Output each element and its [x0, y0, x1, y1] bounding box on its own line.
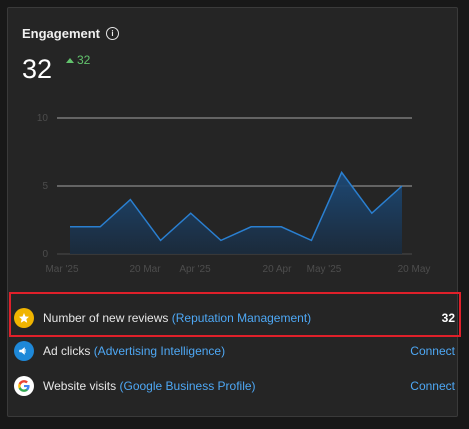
connect-button[interactable]: Connect	[410, 344, 455, 358]
area-fill	[70, 172, 402, 254]
metric-label: Website visits	[43, 379, 117, 393]
y-tick-label: 0	[42, 249, 48, 260]
metric-row-ad-clicks: Ad clicks (Advertising Intelligence) Con…	[14, 341, 455, 361]
engagement-chart: 0 5 10 Mar '25 20 Mar Apr '25 20 Apr May '25 20…	[37, 113, 431, 275]
x-tick-label: May '25	[307, 264, 342, 275]
x-tick-label: Apr '25	[179, 264, 211, 275]
metric-label: Ad clicks	[43, 344, 91, 358]
y-tick-label: 5	[42, 181, 48, 192]
x-tick-label: 20 May	[398, 264, 431, 275]
metric-value: 32	[441, 311, 455, 325]
chart-area	[70, 170, 403, 254]
star-icon	[14, 308, 34, 328]
metric-row-website-visits: Website visits (Google Business Profile)…	[14, 376, 455, 396]
google-icon	[14, 376, 34, 396]
metric-source-link[interactable]: (Google Business Profile)	[119, 379, 255, 393]
x-tick-label: 20 Mar	[129, 264, 161, 275]
metric-label: Number of new reviews	[43, 311, 169, 325]
metric-source-link[interactable]: (Reputation Management)	[172, 311, 311, 325]
metric-row-reviews: Number of new reviews (Reputation Manage…	[14, 308, 455, 328]
connect-button[interactable]: Connect	[410, 379, 455, 393]
metric-source-link[interactable]: (Advertising Intelligence)	[94, 344, 225, 358]
x-tick-label: Mar '25	[45, 264, 78, 275]
x-tick-label: 20 Apr	[263, 264, 293, 275]
chart-x-ticks: Mar '25 20 Mar Apr '25 20 Apr May '25 20 May	[45, 264, 430, 275]
megaphone-icon	[14, 341, 34, 361]
y-tick-label: 10	[37, 113, 49, 124]
